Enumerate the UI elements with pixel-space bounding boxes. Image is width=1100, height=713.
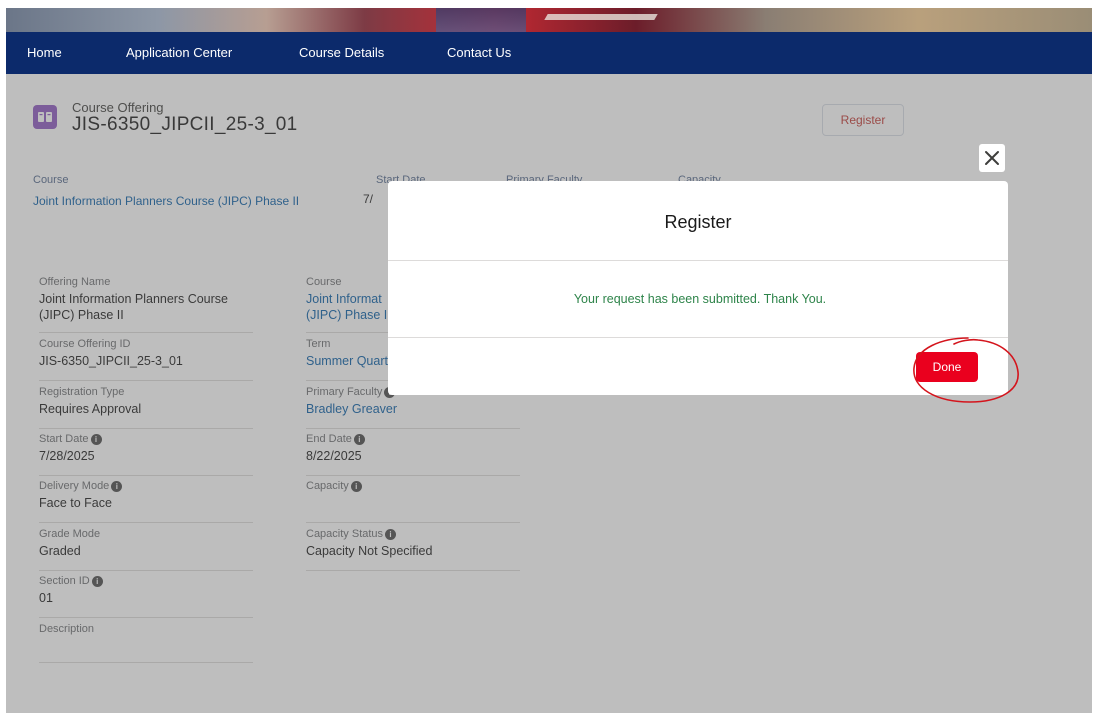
- red-circle-annotation: [913, 337, 1019, 403]
- banner-stripe-graphic: [544, 14, 658, 20]
- modal-title: Register: [388, 181, 1008, 261]
- header-banner-image: [6, 8, 1092, 32]
- close-modal-button[interactable]: [979, 144, 1005, 172]
- nav-item-home[interactable]: Home: [27, 45, 62, 60]
- top-navbar: Home Application Center Course Details C…: [6, 32, 1092, 74]
- nav-item-contact-us[interactable]: Contact Us: [447, 45, 511, 60]
- success-message: Your request has been submitted. Thank Y…: [388, 261, 1008, 338]
- banner-flag-graphic: [436, 8, 526, 32]
- nav-item-course-details[interactable]: Course Details: [299, 45, 384, 60]
- close-icon: [985, 151, 999, 165]
- nav-item-application-center[interactable]: Application Center: [126, 45, 232, 60]
